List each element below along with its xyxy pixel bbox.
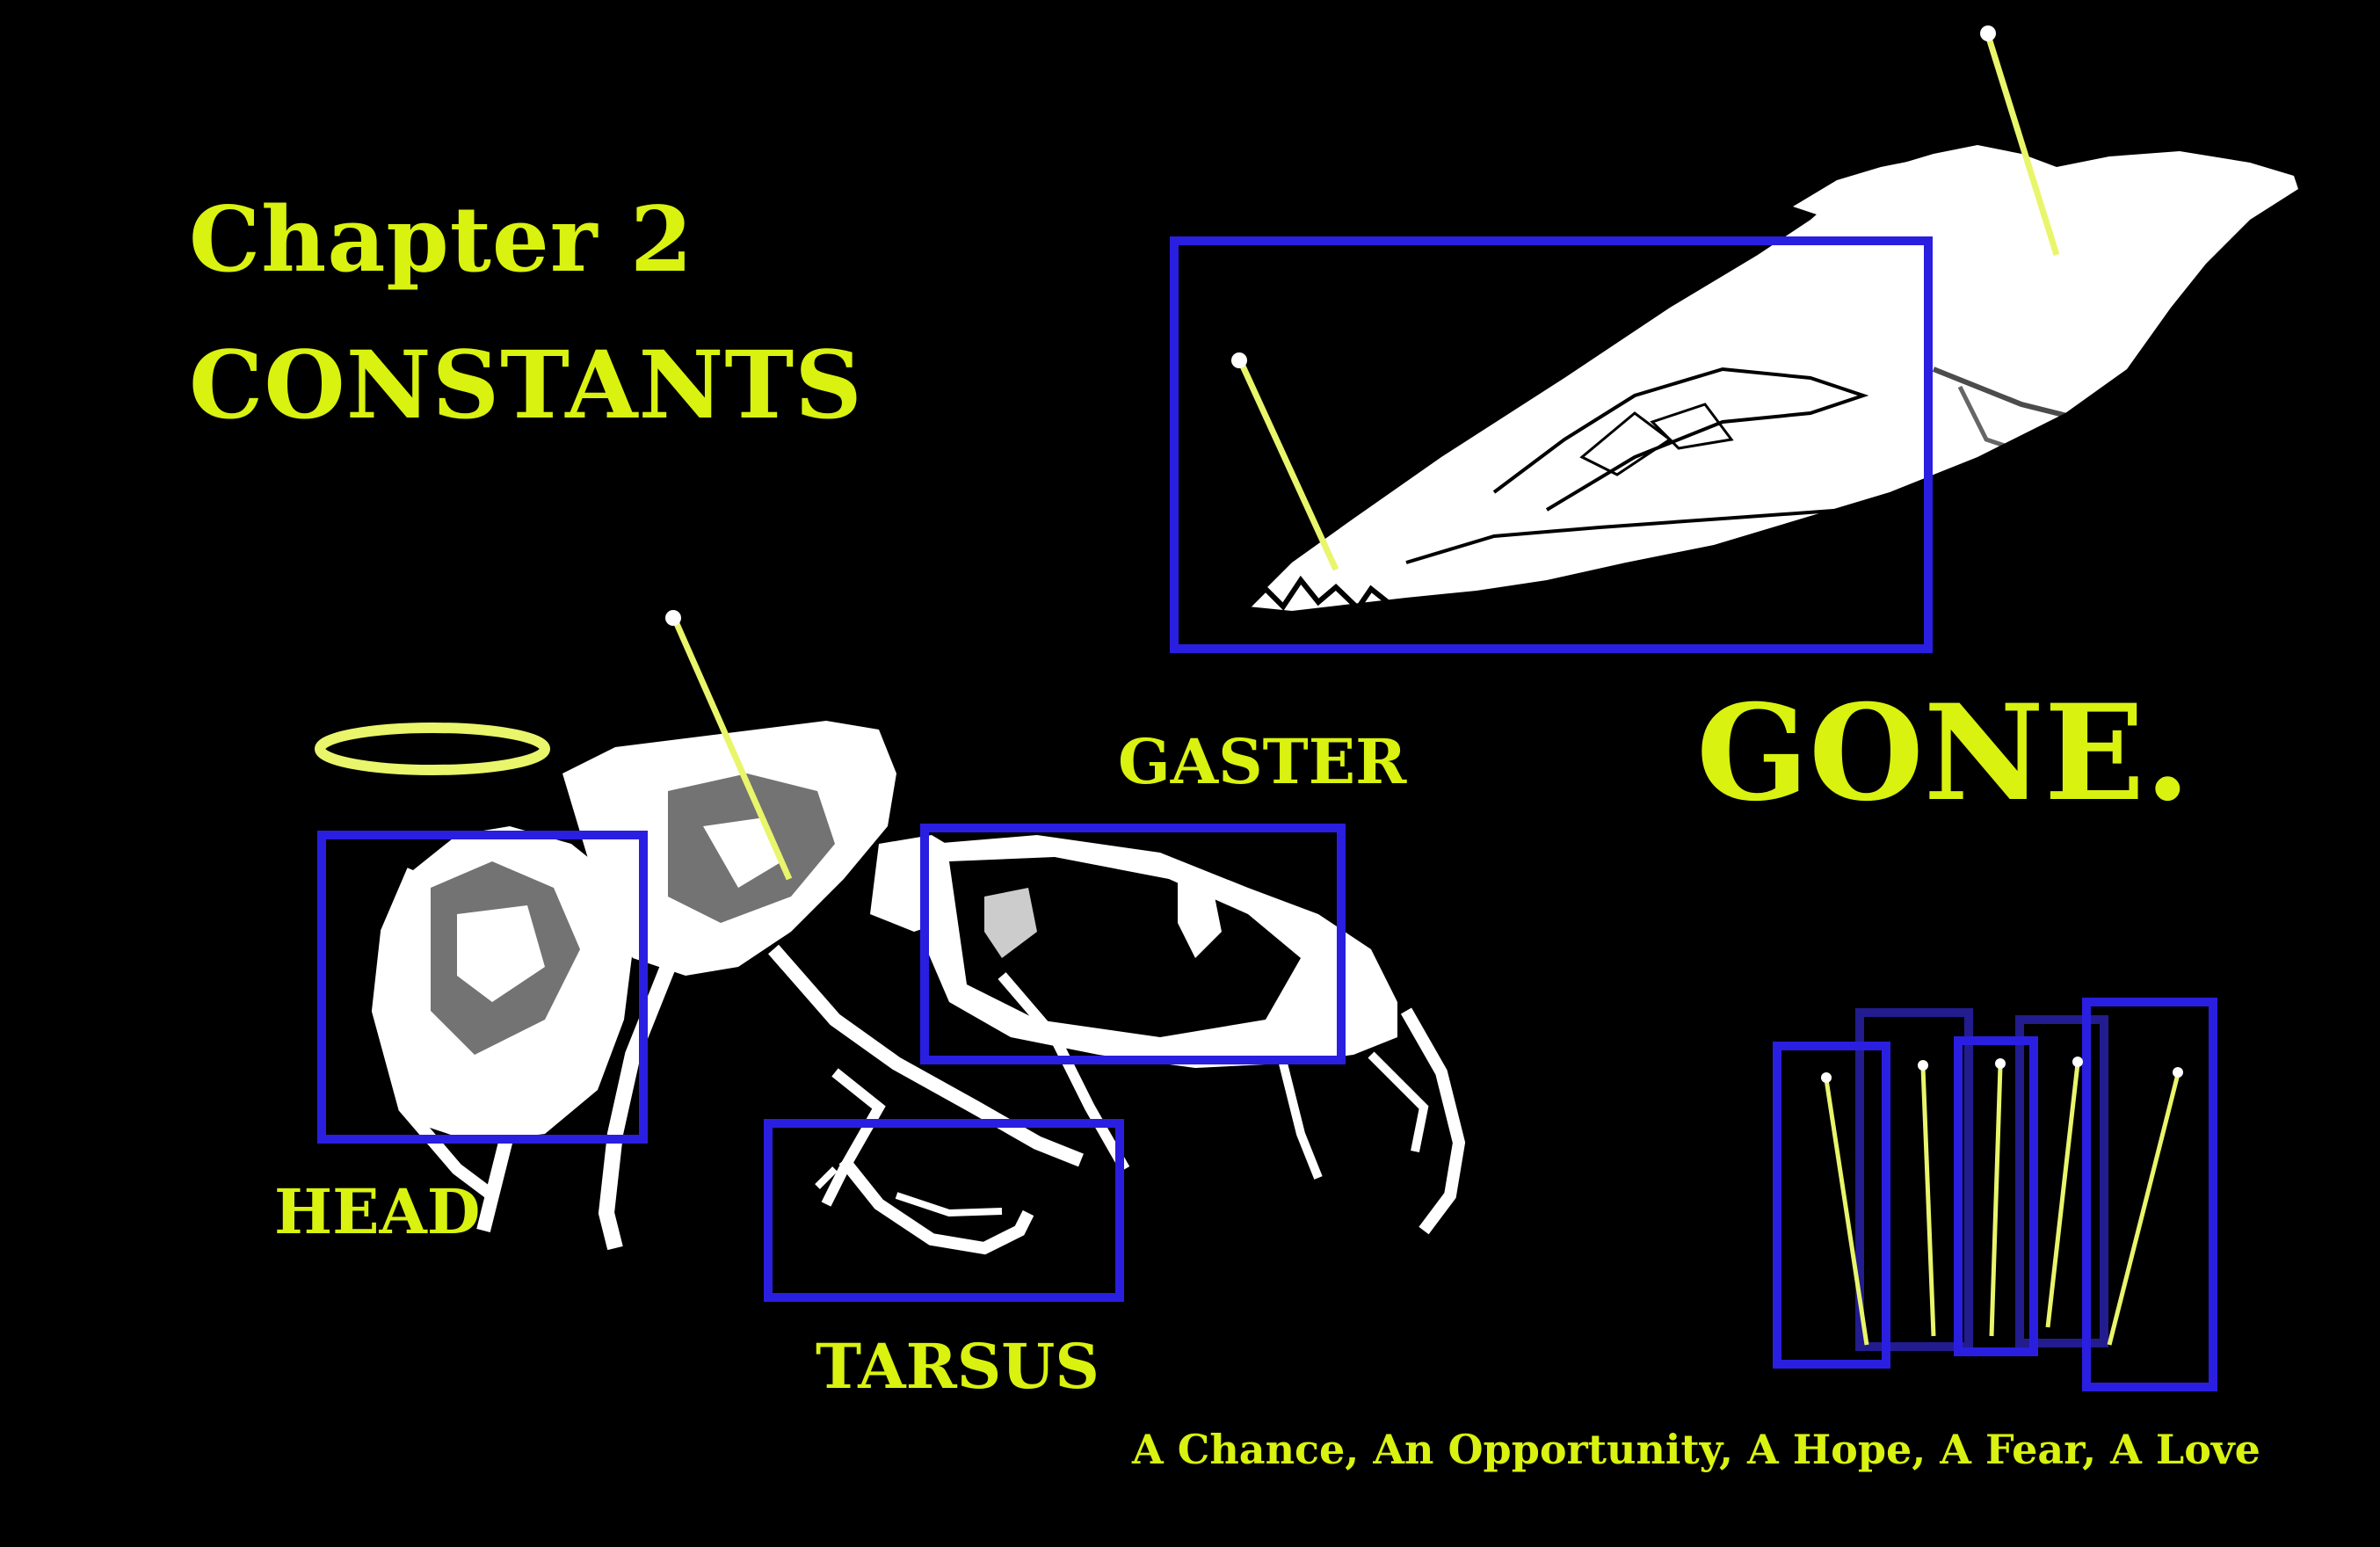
tagline: A Chance, An Opportunity, A Hope, A Fear… xyxy=(1132,1426,2260,1473)
chapter-number: Chapter 2 xyxy=(189,187,693,293)
gone-headline: GONE. xyxy=(1696,676,2191,831)
chapter-title: CONSTANTS xyxy=(189,330,863,439)
head-label: HEAD xyxy=(274,1175,481,1248)
tarsus-label: TARSUS xyxy=(816,1330,1099,1403)
halo-ring-icon xyxy=(315,723,550,775)
pin-icon xyxy=(2045,1063,2080,1328)
ant-specimen xyxy=(371,721,1466,1255)
wing-specimen xyxy=(1245,145,2298,613)
poster-canvas: Chapter 2 CONSTANTS GONE. GASTER HEAD TA… xyxy=(0,0,2380,1547)
pin-collection xyxy=(1773,998,2217,1391)
pin-icon xyxy=(1920,1066,1936,1337)
pin-box-2 xyxy=(1855,1008,1973,1351)
pin-icon xyxy=(2107,1073,2180,1346)
gaster-label: GASTER xyxy=(1118,725,1407,798)
pin-icon xyxy=(1989,1064,2003,1337)
pin-box-1 xyxy=(1773,1042,1890,1369)
